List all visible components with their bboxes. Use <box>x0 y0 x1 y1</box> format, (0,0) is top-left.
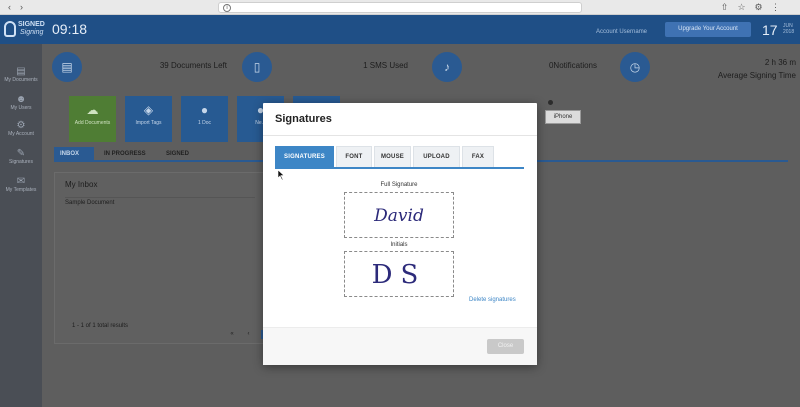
status-dot <box>548 100 553 105</box>
browser-toolbar: ‹ › i ⇧ ☆ ⚙ ⋮ <box>0 0 800 15</box>
tab-fax[interactable]: FAX <box>462 146 494 167</box>
tab-inbox[interactable]: INBOX <box>54 147 94 162</box>
sidebar-item-label: My Account <box>8 131 34 137</box>
tab-in-progress[interactable]: IN PROGRESS <box>98 147 152 162</box>
stat-text: 39 Documents Left <box>159 61 227 70</box>
sidebar-item-my-account[interactable]: ⚙ My Account <box>0 120 42 138</box>
pen-icon: ✎ <box>16 148 26 159</box>
stat-text: Average Signing Time <box>717 71 796 80</box>
signature-method-tabs: SIGNATURES FONT MOUSE UPLOAD FAX <box>275 146 524 169</box>
sidebar-item-my-users[interactable]: ☻ My Users <box>0 94 42 112</box>
more-icon[interactable]: ⋮ <box>771 3 780 12</box>
modal-title: Signatures <box>275 113 332 125</box>
stat-text: 0Notifications <box>548 61 597 70</box>
users-icon: ☻ <box>15 94 27 105</box>
import-tags-button[interactable]: ◈ Import Tags <box>125 96 172 142</box>
date-day: 17 <box>762 22 778 38</box>
clock-icon: ◷ <box>620 52 650 82</box>
templates-icon: ✉ <box>16 176 26 187</box>
mouse-cursor-icon <box>278 170 285 180</box>
sidebar: ▤ My Documents ☻ My Users ⚙ My Account ✎… <box>0 44 42 407</box>
logo-mark-icon <box>4 21 16 37</box>
initials-image: DS <box>371 260 427 290</box>
stat-average-signing-time: ◷ 2 h 36 m Average Signing Time <box>620 52 796 92</box>
sidebar-item-label: My Templates <box>5 187 37 193</box>
upgrade-account-button[interactable]: Upgrade Your Account <box>665 22 751 37</box>
delete-signatures-link[interactable]: Delete signatures <box>469 297 516 303</box>
tab-signed[interactable]: SIGNED <box>160 147 195 162</box>
sidebar-item-label: My Documents <box>4 77 38 83</box>
inbox-title: My Inbox <box>65 180 98 189</box>
modal-divider <box>263 135 537 136</box>
date-month: JUN 2018 <box>783 23 795 35</box>
close-button[interactable]: Close <box>487 339 524 354</box>
modal-footer: Close <box>263 328 537 365</box>
app-logo[interactable]: SIGNED Signing <box>4 19 46 39</box>
stat-text: 1 SMS Used <box>363 61 408 70</box>
settings-gear-icon[interactable]: ⚙ <box>754 3 763 12</box>
account-icon: ⚙ <box>16 120 26 131</box>
forward-arrow-icon[interactable]: › <box>17 3 26 12</box>
sidebar-item-label: Signatures <box>9 159 33 165</box>
sidebar-item-signatures[interactable]: ✎ Signatures <box>0 148 42 166</box>
table-row[interactable]: Sample Document <box>65 197 255 206</box>
document-icon: ▤ <box>16 66 26 77</box>
single-doc-button[interactable]: ● 1 Doc <box>181 96 228 142</box>
address-bar[interactable]: i <box>218 2 582 13</box>
tile-label: 1 Doc <box>197 120 212 126</box>
sidebar-item-my-documents[interactable]: ▤ My Documents <box>0 66 42 84</box>
upload-cloud-icon: ☁ <box>86 103 99 117</box>
app-header: SIGNED Signing 09:18 Account Username Up… <box>0 15 800 44</box>
logo-text: SIGNED <box>18 21 45 28</box>
tile-label: Import Tags <box>135 120 162 126</box>
signatures-modal: Signatures SIGNATURES FONT MOUSE UPLOAD … <box>263 103 537 365</box>
bell-icon: ♪ <box>432 52 462 82</box>
initials-label: Initials <box>390 242 408 248</box>
tab-signatures[interactable]: SIGNATURES <box>275 146 334 167</box>
pagination-summary: 1 - 1 of 1 total results <box>72 323 129 329</box>
info-icon[interactable]: i <box>223 4 231 12</box>
tab-upload[interactable]: UPLOAD <box>413 146 460 167</box>
tab-mouse[interactable]: MOUSE <box>374 146 411 167</box>
full-signature-box[interactable]: David Schulz <box>344 192 454 272</box>
user-icon: ● <box>200 103 209 117</box>
phone-icon: ▯ <box>242 52 272 82</box>
logo-subtext: Signing <box>20 29 44 36</box>
full-signature-label: Full Signature <box>380 182 418 188</box>
iphone-button[interactable]: iPhone <box>545 110 581 124</box>
sidebar-item-my-templates[interactable]: ✉ My Templates <box>0 176 42 194</box>
screen: ‹ › i ⇧ ☆ ⚙ ⋮ SIGNED Signing 09:18 Accou… <box>0 0 800 407</box>
user-name[interactable]: Account Username <box>596 29 647 35</box>
initials-box[interactable]: DS <box>344 251 454 297</box>
tab-font[interactable]: FONT <box>336 146 372 167</box>
first-page-icon[interactable]: « <box>228 330 236 339</box>
prev-page-icon[interactable]: ‹ <box>244 330 252 339</box>
share-icon[interactable]: ⇧ <box>720 3 729 12</box>
stat-value: 2 h 36 m <box>764 58 796 67</box>
tag-icon: ◈ <box>143 103 154 117</box>
stat-sms-used: ▯ 1 SMS Used <box>242 52 408 92</box>
inbox-panel: My Inbox Sample Document <box>54 172 264 344</box>
stat-notifications: ♪ 0Notifications <box>432 52 597 92</box>
document-icon: ▤ <box>52 52 82 82</box>
clock-display: 09:18 <box>52 21 88 37</box>
sidebar-item-label: My Users <box>10 105 32 111</box>
back-arrow-icon[interactable]: ‹ <box>5 3 14 12</box>
bookmark-icon[interactable]: ☆ <box>737 3 746 12</box>
full-signature-image: David Schulz <box>370 206 427 272</box>
stat-documents-left: ▤ 39 Documents Left <box>52 52 227 92</box>
add-documents-button[interactable]: ☁ Add Documents <box>69 96 116 142</box>
tile-label: Add Documents <box>74 120 111 126</box>
